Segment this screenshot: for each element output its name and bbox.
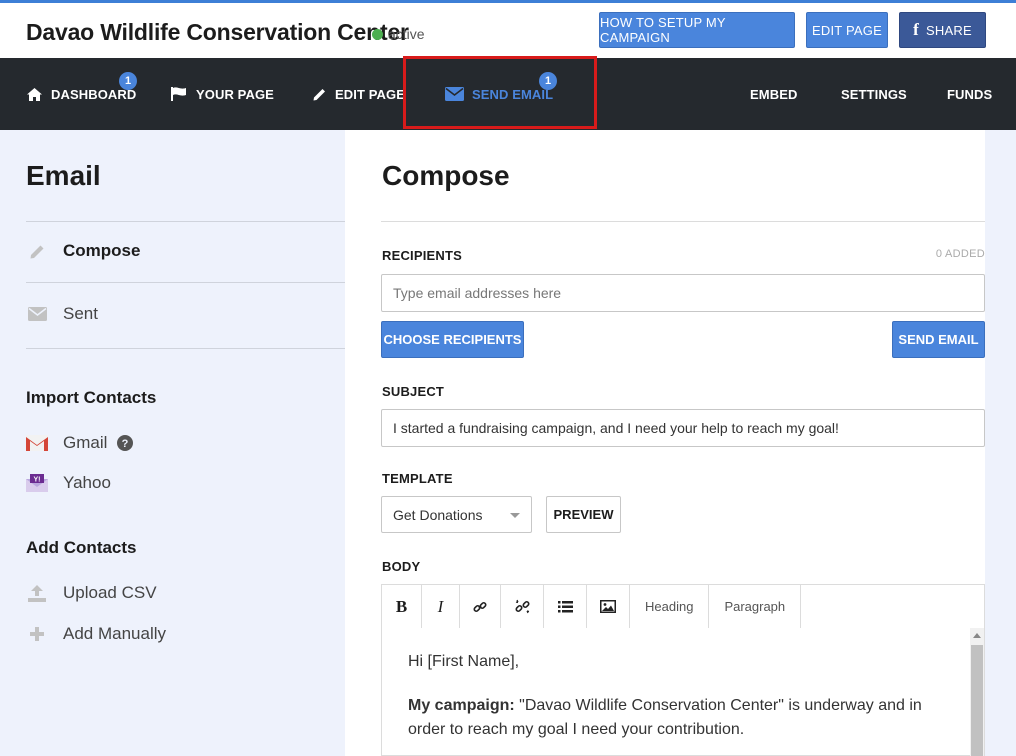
share-label: SHARE — [926, 22, 972, 38]
campaign-label: My campaign: — [408, 697, 515, 714]
share-button[interactable]: f SHARE — [899, 12, 986, 48]
right-margin — [985, 130, 1016, 756]
svg-text:?: ? — [122, 438, 129, 450]
nav-settings[interactable]: SETTINGS — [841, 58, 907, 130]
subject-input[interactable] — [381, 409, 985, 447]
nav-send-email-label: SEND EMAIL — [472, 86, 554, 102]
status-text: active — [388, 26, 425, 42]
unlink-icon — [514, 599, 530, 614]
svg-text:Y!: Y! — [34, 477, 41, 484]
link-icon — [473, 601, 487, 612]
image-icon — [600, 600, 616, 613]
editor-toolbar: B I Heading Paragraph — [381, 584, 985, 629]
heading-button[interactable]: Heading — [630, 585, 710, 628]
flag-icon — [171, 87, 186, 101]
add-manually[interactable]: Add Manually — [26, 624, 166, 644]
editor-scrollbar[interactable] — [970, 628, 984, 756]
editor-content[interactable]: Hi [First Name], My campaign: "Davao Wil… — [408, 650, 953, 756]
add-contacts-heading: Add Contacts — [26, 538, 137, 557]
dashboard-badge: 1 — [119, 72, 137, 90]
sidebar-item-compose[interactable]: Compose — [26, 241, 140, 261]
divider — [26, 348, 345, 349]
upload-csv[interactable]: Upload CSV — [26, 583, 157, 603]
main-nav: DASHBOARD 1 YOUR PAGE EDIT PAGE SEND EMA… — [0, 58, 1016, 130]
sidebar-item-label: Upload CSV — [63, 583, 157, 602]
status-dot-icon — [372, 28, 383, 40]
status-badge: active — [372, 26, 425, 42]
nav-your-page-label: YOUR PAGE — [196, 86, 274, 102]
recipients-label: RECIPIENTS — [382, 248, 463, 263]
link-button[interactable] — [460, 585, 501, 628]
plus-icon — [26, 627, 48, 641]
envelope-icon — [445, 87, 464, 101]
send-email-badge: 1 — [539, 72, 557, 90]
upload-icon — [26, 584, 48, 602]
compose-panel: Compose RECIPIENTS 0 ADDED CHOOSE RECIPI… — [345, 130, 985, 756]
how-to-setup-button[interactable]: HOW TO SETUP MY CAMPAIGN — [599, 12, 795, 48]
header: Davao Wildlife Conservation Center activ… — [0, 3, 1016, 58]
subject-label: SUBJECT — [382, 384, 445, 399]
sidebar-title: Email — [26, 160, 101, 191]
nav-your-page[interactable]: YOUR PAGE — [170, 58, 274, 130]
help-icon[interactable]: ? — [117, 435, 134, 451]
import-contacts-heading: Import Contacts — [26, 388, 157, 407]
nav-send-email[interactable]: SEND EMAIL — [445, 58, 553, 130]
nav-edit-page[interactable]: EDIT PAGE — [312, 58, 405, 130]
body-label: BODY — [382, 559, 421, 574]
scroll-thumb[interactable] — [971, 645, 983, 756]
campaign-paragraph: My campaign: "Davao Wildlife Conservatio… — [408, 694, 953, 742]
divider — [26, 282, 345, 283]
edit-page-button[interactable]: EDIT PAGE — [806, 12, 888, 48]
pencil-icon — [313, 88, 325, 100]
divider — [26, 221, 345, 222]
greeting-text: Hi [First Name], — [408, 653, 520, 670]
unlink-button[interactable] — [501, 585, 544, 628]
home-icon — [27, 87, 42, 101]
recipients-count: 0 ADDED — [935, 248, 985, 260]
facebook-icon: f — [913, 20, 920, 39]
bold-button[interactable]: B — [382, 585, 422, 628]
import-gmail[interactable]: Gmail ? — [26, 433, 134, 453]
sidebar-item-label: Yahoo — [63, 473, 111, 492]
sidebar-item-label: Sent — [63, 304, 98, 323]
sidebar: Email Compose Sent Import Contacts Gmail… — [0, 130, 345, 756]
send-email-button[interactable]: SEND EMAIL — [892, 321, 985, 358]
yahoo-icon: Y! — [26, 474, 48, 492]
sidebar-item-sent[interactable]: Sent — [26, 304, 98, 324]
image-button[interactable] — [587, 585, 630, 628]
pencil-icon — [26, 243, 48, 260]
scroll-up-icon[interactable] — [973, 633, 981, 638]
choose-recipients-button[interactable]: CHOOSE RECIPIENTS — [381, 321, 524, 358]
divider — [381, 221, 985, 222]
sidebar-item-label: Add Manually — [63, 624, 167, 643]
nav-dashboard[interactable]: DASHBOARD — [26, 58, 136, 130]
template-label: TEMPLATE — [382, 471, 453, 486]
nav-funds[interactable]: FUNDS — [947, 58, 992, 130]
template-selected-value: Get Donations — [393, 506, 483, 523]
envelope-icon — [26, 307, 48, 321]
nav-edit-page-label: EDIT PAGE — [335, 86, 406, 102]
sidebar-item-label: Gmail — [63, 433, 108, 452]
recipients-input[interactable] — [381, 274, 985, 312]
paragraph-button[interactable]: Paragraph — [709, 585, 802, 628]
chevron-down-icon — [510, 513, 520, 518]
list-icon — [557, 600, 573, 612]
body-editor[interactable]: Hi [First Name], My campaign: "Davao Wil… — [381, 628, 985, 756]
template-select[interactable]: Get Donations — [381, 496, 532, 533]
page-title: Compose — [382, 160, 510, 191]
preview-button[interactable]: PREVIEW — [546, 496, 621, 533]
gmail-icon — [26, 435, 48, 451]
import-yahoo[interactable]: Y! Yahoo — [26, 473, 111, 493]
italic-button[interactable]: I — [422, 585, 460, 628]
nav-embed[interactable]: EMBED — [750, 58, 797, 130]
list-button[interactable] — [544, 585, 587, 628]
sidebar-item-label: Compose — [63, 241, 141, 260]
campaign-title: Davao Wildlife Conservation Center — [26, 19, 409, 45]
